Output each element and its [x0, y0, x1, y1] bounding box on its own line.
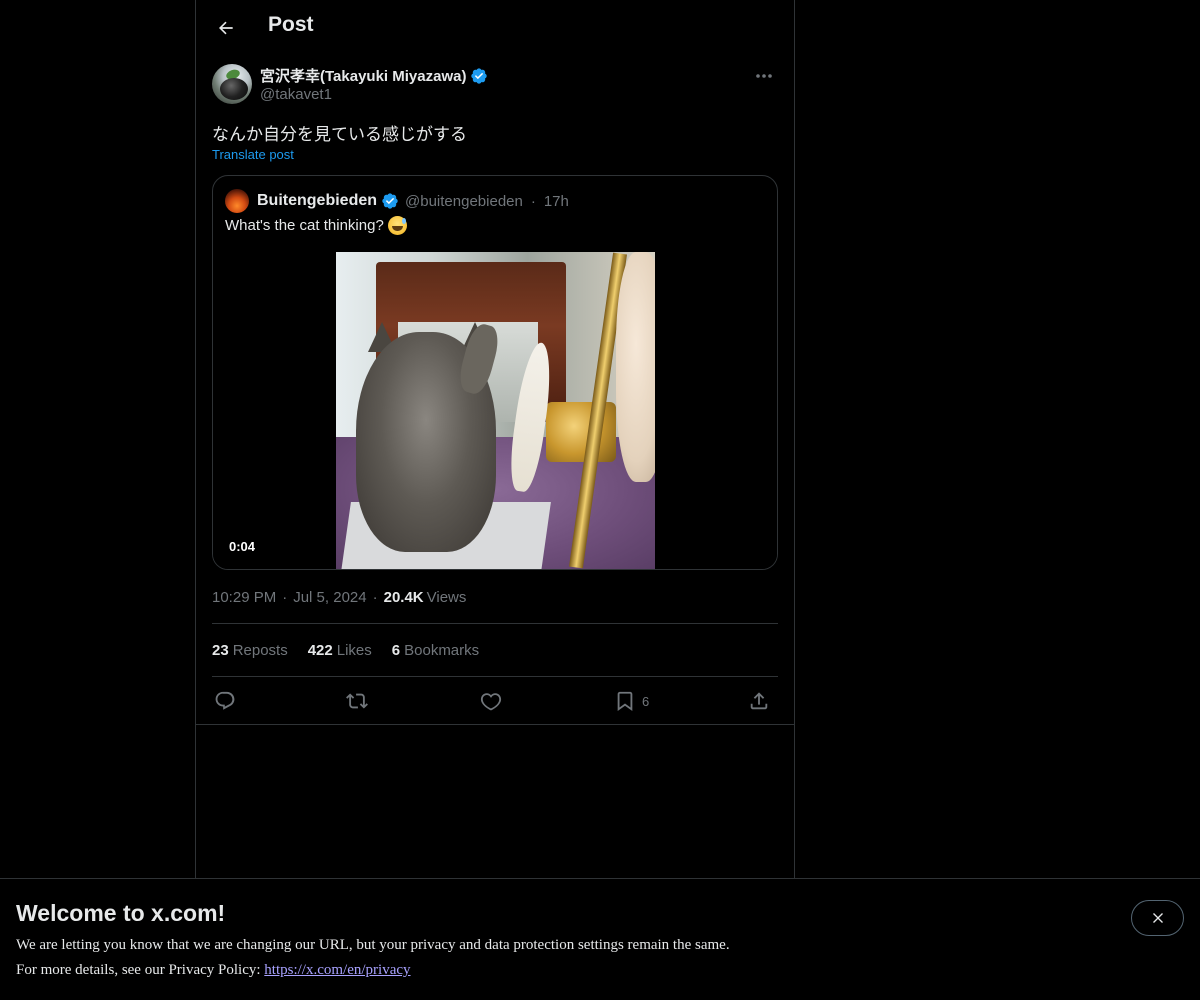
arrow-left-icon [219, 21, 233, 35]
verified-badge-icon [382, 193, 398, 209]
post-time[interactable]: 10:29 PM [212, 589, 276, 606]
page-title: Post [268, 13, 314, 36]
video-player[interactable]: 0:04 [213, 252, 777, 569]
bookmark-button[interactable]: 6 [614, 688, 649, 714]
banner-privacy-prefix: For more details, see our Privacy Policy… [16, 962, 265, 978]
back-button[interactable] [210, 12, 242, 44]
quote-author-handle[interactable]: @buitengebieden [405, 193, 523, 210]
repost-icon [346, 693, 368, 709]
likes-label: Likes [336, 642, 372, 659]
share-button[interactable] [748, 688, 770, 714]
reposts-count: 23 [212, 642, 229, 659]
reply-button[interactable] [214, 688, 236, 714]
reply-icon [215, 691, 235, 710]
translate-post-link[interactable]: Translate post [212, 147, 294, 162]
video-duration-badge: 0:04 [225, 537, 260, 556]
share-icon [750, 692, 768, 710]
close-icon [1152, 913, 1163, 923]
quoted-post[interactable]: Buitengebieden @buitengebieden · 17h Wha… [212, 175, 778, 570]
banner-message: We are letting you know that we are chan… [16, 937, 730, 953]
quote-timestamp[interactable]: 17h [544, 193, 569, 210]
post-text: なんか自分を見ている感じがする [212, 125, 467, 144]
action-bar: 6 [212, 686, 778, 716]
separator-dot: · [282, 589, 288, 606]
privacy-policy-link[interactable]: https://x.com/en/privacy [264, 962, 410, 978]
bookmarks-count: 6 [391, 642, 401, 659]
ellipsis-icon [756, 74, 772, 78]
close-banner-button[interactable] [1131, 900, 1184, 936]
top-bar: Post [196, 0, 794, 53]
post-meta: 10:29 PM · Jul 5, 2024 · 20.4K Views [212, 589, 466, 606]
banner-title: Welcome to x.com! [16, 900, 226, 926]
more-options-button[interactable] [750, 66, 778, 86]
video-thumbnail[interactable] [336, 252, 655, 569]
author-name[interactable]: 宮沢孝幸(Takayuki Miyazawa) [260, 65, 466, 86]
separator-dot: · [530, 192, 536, 210]
post-column: Post 宮沢孝幸(Takayuki Miyazawa) @takavet1 な… [195, 0, 795, 878]
like-button[interactable] [480, 688, 502, 714]
likes-stat[interactable]: 422 Likes [308, 642, 372, 659]
views-label: Views [426, 589, 467, 606]
quote-text-content: What's the cat thinking? [225, 217, 384, 234]
post-stats: 23 Reposts 422 Likes 6 Bookmarks [212, 642, 479, 659]
verified-badge-icon [471, 67, 488, 84]
bookmark-icon [617, 691, 633, 712]
quote-header: Buitengebieden @buitengebieden · 17h [225, 189, 569, 213]
post-date[interactable]: Jul 5, 2024 [293, 589, 366, 606]
views-count: 20.4K [383, 589, 424, 606]
divider [212, 623, 778, 624]
bookmark-count: 6 [642, 693, 650, 709]
banner-privacy-line: For more details, see our Privacy Policy… [16, 962, 411, 979]
repost-button[interactable] [346, 688, 368, 714]
likes-count: 422 [307, 642, 333, 659]
grinning-sweat-emoji-icon [387, 216, 407, 235]
bookmarks-label: Bookmarks [404, 642, 480, 659]
avatar[interactable] [212, 64, 252, 104]
welcome-banner: Welcome to x.com! We are letting you kno… [0, 878, 1200, 1000]
quote-text: What's the cat thinking? [225, 216, 407, 235]
post-author: 宮沢孝幸(Takayuki Miyazawa) @takavet1 [212, 64, 778, 108]
reposts-label: Reposts [232, 642, 288, 659]
author-handle[interactable]: @takavet1 [260, 86, 332, 103]
quote-author-name[interactable]: Buitengebieden [257, 192, 377, 210]
separator-dot: · [372, 589, 378, 606]
bookmarks-stat[interactable]: 6 Bookmarks [392, 642, 479, 659]
author-name-row: 宮沢孝幸(Takayuki Miyazawa) [260, 65, 488, 86]
reposts-stat[interactable]: 23 Reposts [212, 642, 288, 659]
heart-icon [480, 693, 502, 711]
divider [212, 676, 778, 677]
divider [196, 724, 794, 725]
quote-avatar[interactable] [225, 189, 249, 213]
